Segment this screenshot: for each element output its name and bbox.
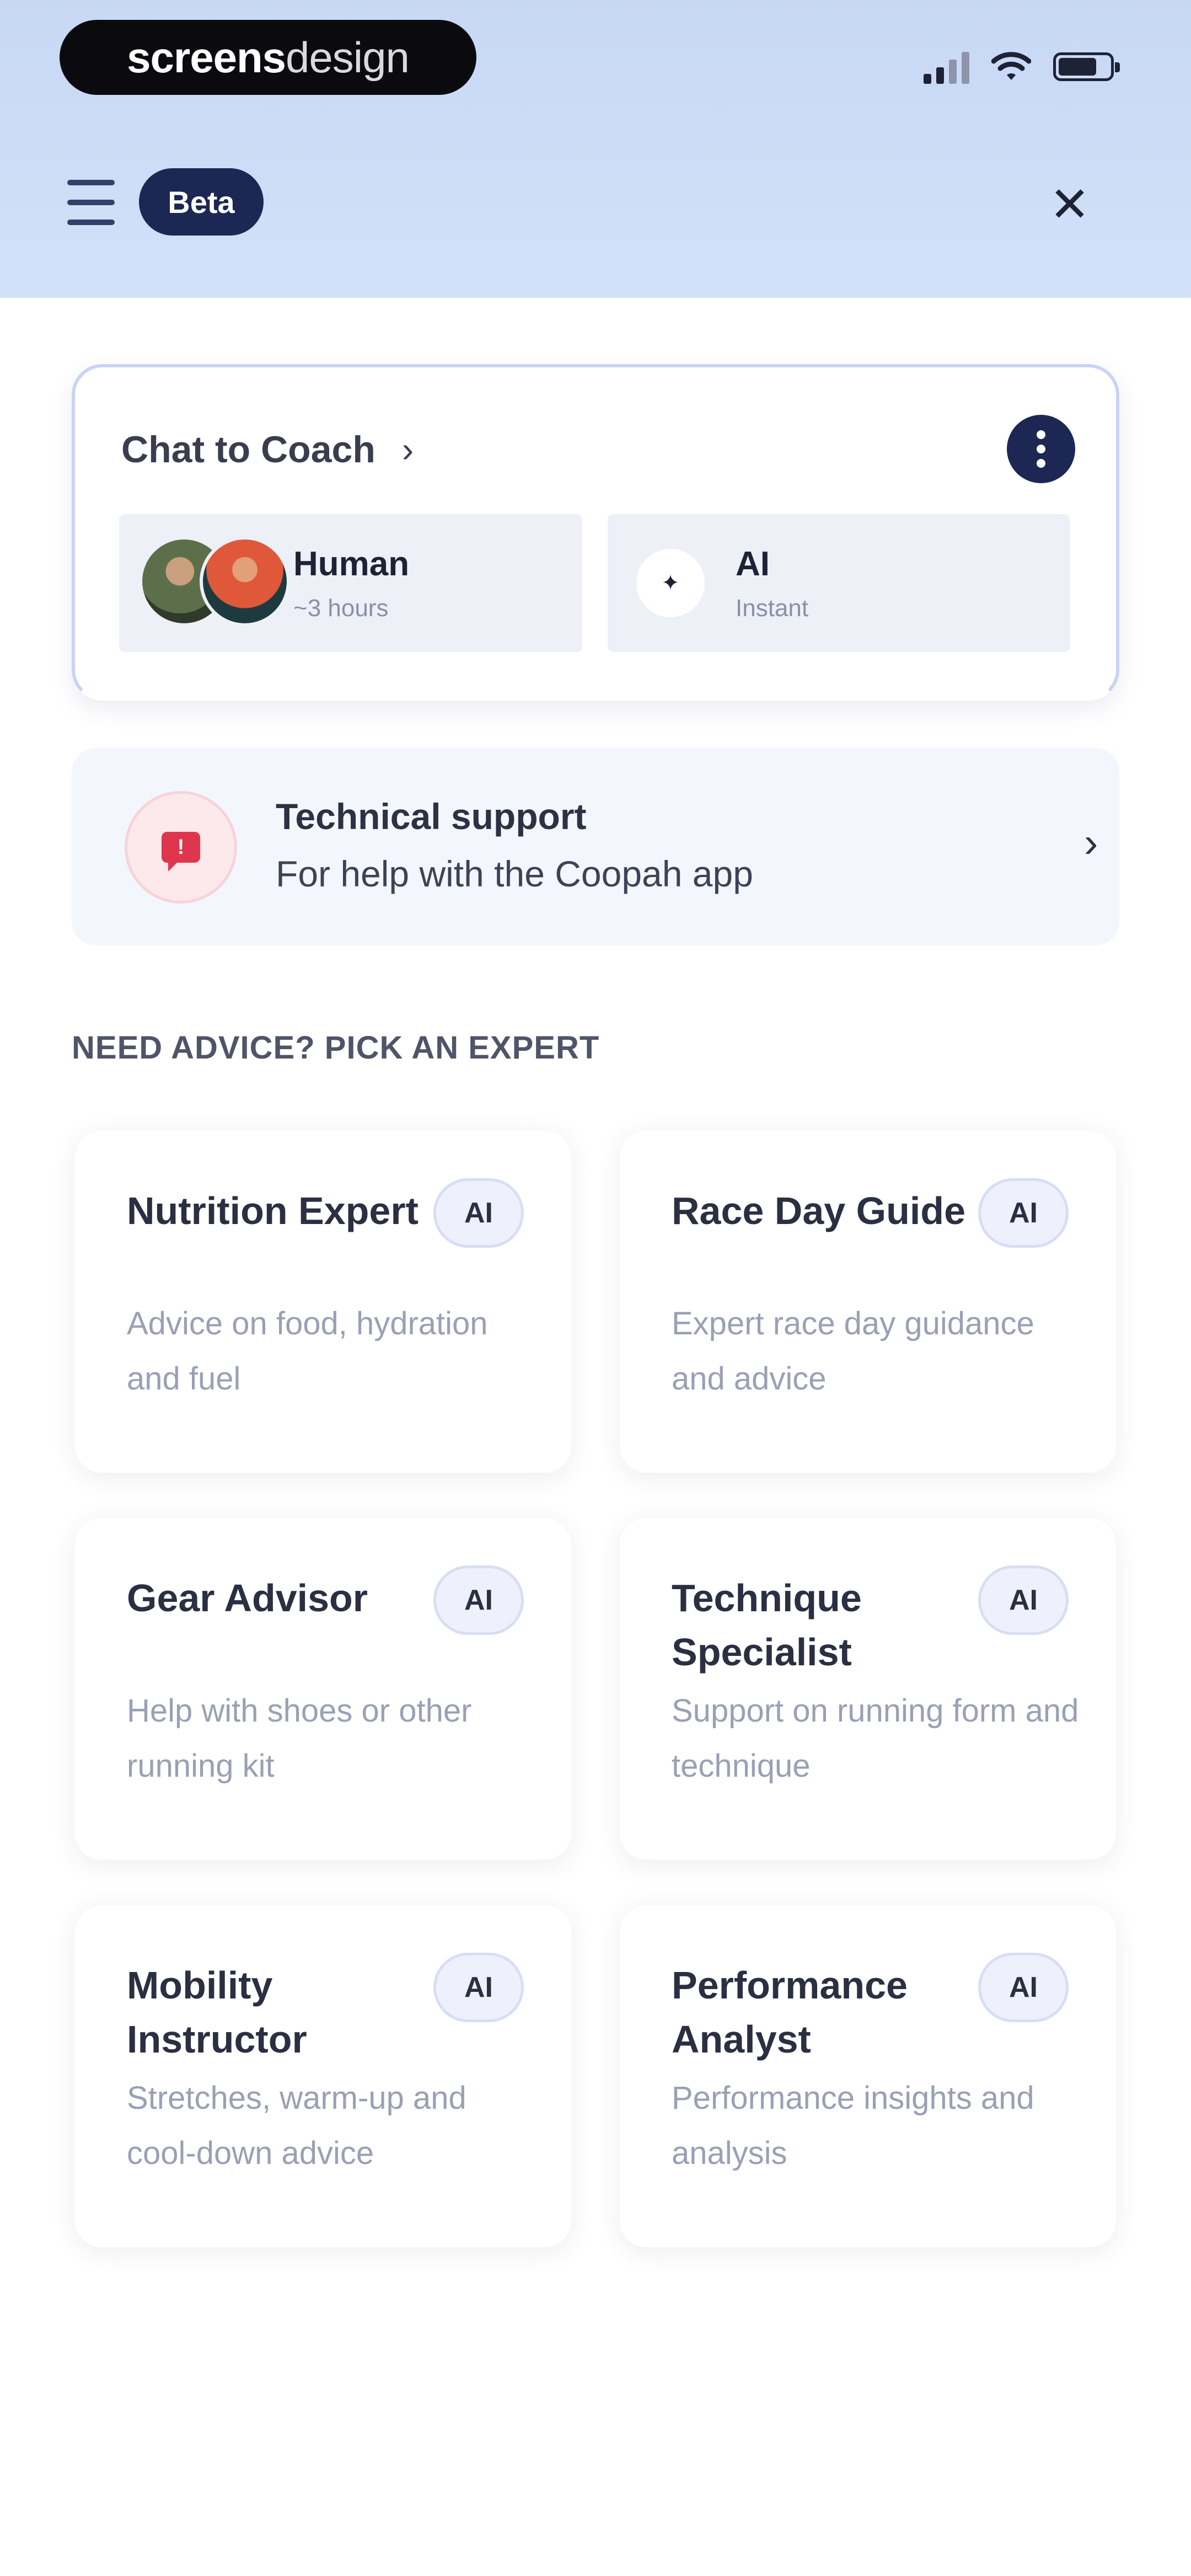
expert-description: Expert race day guidance and advice (672, 1306, 1034, 1397)
expert-card-nutrition[interactable]: Nutrition Expert AI Advice on food, hydr… (75, 1131, 571, 1473)
support-subtitle: For help with the Coopah app (276, 853, 753, 894)
expert-card-mobility[interactable]: Mobility Instructor AI Stretches, warm-u… (75, 1905, 571, 2247)
signal-icon (924, 50, 969, 84)
expert-title: Mobility Instructor (127, 1964, 307, 2061)
human-coach-option[interactable]: Human ~3 hours (119, 514, 582, 652)
ai-option-title: AI (736, 544, 770, 583)
ai-badge: AI (433, 1953, 524, 2022)
expert-description: Support on running form and technique (672, 1693, 1079, 1784)
chat-to-coach-link[interactable]: Chat to Coach › (121, 428, 414, 471)
avatar (200, 536, 290, 627)
chevron-right-icon: › (1084, 819, 1098, 866)
coach-avatars (139, 536, 293, 630)
expert-title: Technique Specialist (672, 1576, 862, 1674)
ai-sparkle-icon: ✦ (636, 549, 705, 617)
technical-support-card[interactable]: ! Technical support For help with the Co… (72, 748, 1119, 945)
chat-to-coach-card: Chat to Coach › Human ~3 hours ✦ AI Inst… (72, 364, 1119, 701)
expert-card-gear[interactable]: Gear Advisor AI Help with shoes or other… (75, 1518, 571, 1860)
brand-bold-text: screens (127, 33, 286, 82)
expert-title: Gear Advisor (127, 1576, 368, 1620)
ai-badge: AI (433, 1565, 524, 1635)
ai-badge: AI (433, 1178, 524, 1248)
menu-icon[interactable] (67, 178, 117, 228)
expert-title: Race Day Guide (672, 1189, 965, 1232)
expert-description: Performance insights and analysis (672, 2080, 1034, 2171)
expert-title: Nutrition Expert (127, 1189, 419, 1232)
expert-description: Help with shoes or other running kit (127, 1693, 472, 1784)
wifi-icon (991, 52, 1031, 80)
battery-icon (1053, 52, 1120, 81)
expert-description: Advice on food, hydration and fuel (127, 1306, 488, 1397)
close-button[interactable]: ✕ (1042, 177, 1097, 232)
brand-light-text: design (286, 33, 410, 82)
human-option-title: Human (293, 544, 410, 583)
support-title: Technical support (276, 796, 587, 837)
expert-card-technique[interactable]: Technique Specialist AI Support on runni… (620, 1518, 1116, 1860)
status-icons (924, 50, 1120, 84)
ai-badge: AI (978, 1953, 1069, 2022)
chat-alert-icon: ! (162, 832, 200, 872)
expert-title: Performance Analyst (672, 1964, 908, 2061)
expert-card-performance[interactable]: Performance Analyst AI Performance insig… (620, 1905, 1116, 2247)
expert-card-race-day[interactable]: Race Day Guide AI Expert race day guidan… (620, 1131, 1116, 1473)
ai-coach-option[interactable]: ✦ AI Instant (608, 514, 1070, 652)
chevron-right-icon: › (401, 430, 414, 469)
more-options-icon[interactable] (1007, 415, 1075, 483)
beta-badge: Beta (139, 168, 264, 236)
experts-section-title: NEED ADVICE? PICK AN EXPERT (72, 1030, 600, 1066)
human-option-subtitle: ~3 hours (293, 594, 389, 622)
ai-option-subtitle: Instant (736, 594, 809, 622)
chat-to-coach-title: Chat to Coach (121, 429, 375, 471)
ai-badge: AI (978, 1565, 1069, 1635)
expert-description: Stretches, warm-up and cool-down advice (127, 2080, 466, 2171)
brand-pill: screens design (60, 20, 476, 95)
support-icon-circle: ! (125, 791, 237, 904)
ai-badge: AI (978, 1178, 1069, 1248)
